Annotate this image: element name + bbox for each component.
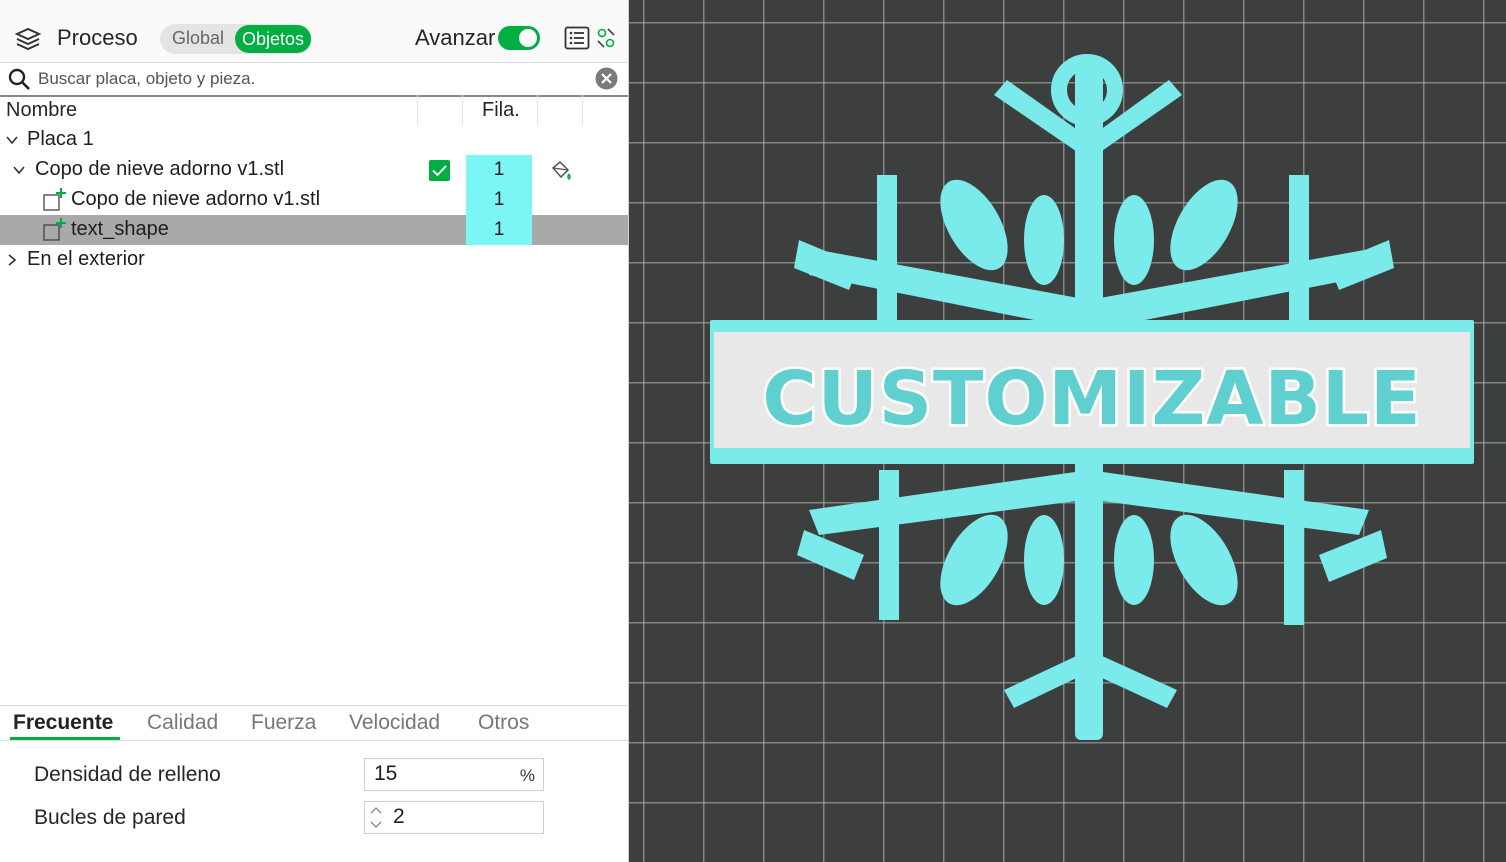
object-name: Copo de nieve adorno v1.stl: [35, 158, 285, 180]
object-filament-cell[interactable]: 1: [466, 155, 532, 185]
tab-otros[interactable]: Otros: [478, 711, 529, 735]
chevron-down-icon[interactable]: [12, 163, 26, 177]
printable-checkbox[interactable]: [429, 160, 450, 181]
column-name[interactable]: Nombre: [6, 99, 77, 122]
tab-frecuente[interactable]: Frecuente: [13, 711, 113, 735]
tree-row-plate[interactable]: Placa 1: [0, 125, 628, 155]
infill-density-field[interactable]: 15 %: [364, 758, 544, 791]
search-icon: [8, 68, 30, 90]
snowflake-model[interactable]: CUSTOMIZABLE: [629, 0, 1506, 862]
add-part-icon: [43, 188, 66, 211]
tree-row-part-selected[interactable]: text_shape 1: [0, 215, 628, 245]
compare-settings-icon[interactable]: [596, 27, 616, 49]
spin-arrows-icon[interactable]: [369, 804, 383, 831]
list-settings-icon[interactable]: [564, 26, 590, 50]
tab-fuerza[interactable]: Fuerza: [251, 711, 316, 735]
part-filament-cell[interactable]: 1: [466, 215, 532, 245]
model-text: CUSTOMIZABLE: [762, 356, 1421, 442]
tab-velocidad[interactable]: Velocidad: [349, 711, 440, 735]
wall-loops-label: Bucles de pared: [34, 806, 186, 829]
part-filament-cell[interactable]: 1: [466, 185, 532, 215]
plate-label: Placa 1: [27, 128, 94, 150]
column-divider: [462, 95, 463, 125]
process-title: Proceso: [57, 25, 138, 50]
tree-row-outside[interactable]: En el exterior: [0, 245, 628, 275]
segment-global[interactable]: Global: [172, 28, 224, 49]
infill-unit: %: [519, 766, 535, 785]
column-divider: [417, 95, 418, 125]
wall-loops-value[interactable]: 2: [393, 805, 405, 829]
column-divider: [582, 95, 583, 125]
layers-icon: [14, 27, 42, 51]
search-bar: [0, 63, 628, 97]
advance-label: Avanzar: [415, 25, 496, 50]
tab-calidad[interactable]: Calidad: [147, 711, 218, 735]
outside-label: En el exterior: [27, 248, 145, 270]
settings-tabs: Frecuente Calidad Fuerza Velocidad Otros: [0, 705, 628, 741]
advance-switch[interactable]: [498, 26, 540, 50]
search-input[interactable]: [38, 67, 578, 91]
check-icon: [432, 165, 447, 177]
column-divider: [537, 95, 538, 125]
object-list-header: Nombre Fila.: [0, 95, 628, 125]
part-name: Copo de nieve adorno v1.stl: [71, 188, 321, 210]
paint-bucket-icon[interactable]: [549, 159, 573, 183]
clear-search-icon[interactable]: [595, 67, 618, 90]
add-part-icon: [43, 218, 66, 241]
column-filament[interactable]: Fila.: [482, 99, 520, 122]
infill-density-value[interactable]: 15: [374, 762, 397, 786]
chevron-down-icon[interactable]: [5, 133, 19, 147]
3d-viewport[interactable]: CUSTOMIZABLE: [629, 0, 1506, 862]
chevron-right-icon[interactable]: [5, 253, 19, 267]
process-header: Proceso Global Objetos Avanzar: [0, 0, 628, 63]
infill-density-label: Densidad de relleno: [34, 763, 221, 786]
wall-loops-field[interactable]: 2: [364, 801, 544, 834]
process-panel: Proceso Global Objetos Avanzar Buscar pl…: [0, 0, 629, 862]
part-name: text_shape: [71, 218, 169, 240]
tree-row-part[interactable]: Copo de nieve adorno v1.stl 1: [0, 185, 628, 215]
segment-objects[interactable]: Objetos: [235, 25, 311, 53]
active-tab-indicator: [10, 737, 120, 740]
tree-row-object[interactable]: Copo de nieve adorno v1.stl 1: [0, 155, 628, 185]
